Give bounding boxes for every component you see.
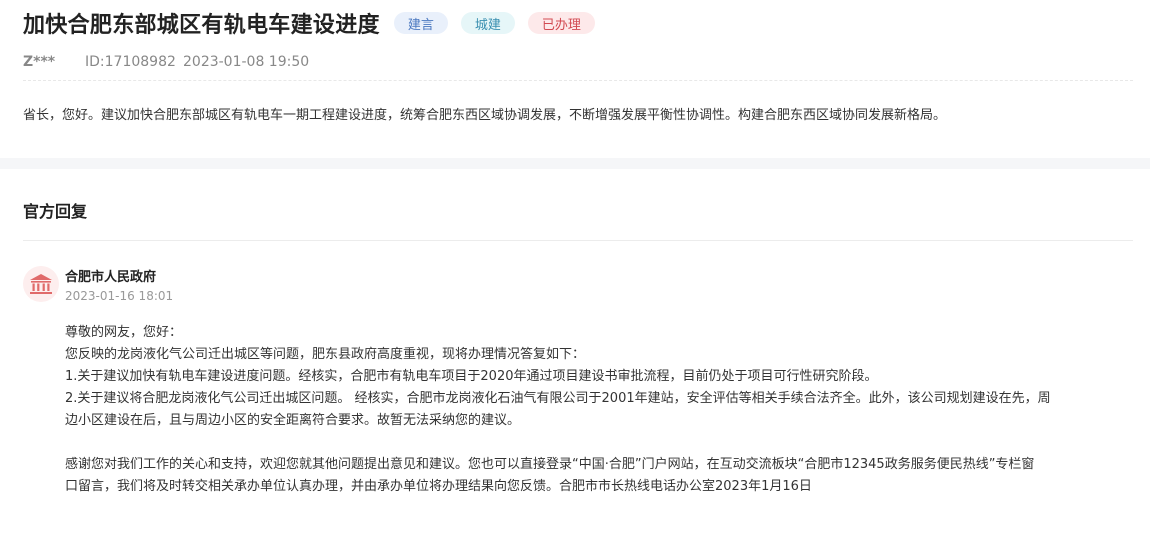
- tag-status: 已办理: [527, 12, 595, 34]
- section-gap: [0, 158, 1150, 169]
- reply-divider: [23, 240, 1133, 241]
- reply-closing-line-1: 感谢您对我们工作的关心和支持，欢迎您就其他问题提出意见和建议。您也可以直接登录“…: [65, 457, 1035, 472]
- reply-point-2-line-1: 2.关于建议将合肥龙岗液化气公司迁出城区问题。 经核实，合肥市龙岗液化石油气有限…: [65, 391, 1051, 406]
- question-card: 加快合肥东部城区有轨电车建设进度 建言 城建 已办理 Z*** ID:17108…: [0, 0, 1150, 158]
- reply-point-2-line-2: 边小区建设在后，且与周边小区的安全距离符合要求。故暂无法采纳您的建议。: [65, 413, 521, 428]
- reply-intro: 您反映的龙岗液化气公司迁出城区等问题，肥东县政府高度重视，现将办理情况答复如下：: [65, 347, 586, 362]
- avatar: [23, 266, 59, 302]
- tag-field[interactable]: 城建: [460, 12, 515, 34]
- question-datetime: 2023-01-08 19:50: [183, 54, 310, 70]
- meta-divider: [23, 80, 1133, 81]
- reply-greeting: 尊敬的网友，您好：: [65, 325, 183, 340]
- org-name: 合肥市人民政府: [65, 270, 157, 285]
- question-title: 加快合肥东部城区有轨电车建设进度: [23, 13, 380, 38]
- reply-datetime: 2023-01-16 18:01: [65, 289, 174, 303]
- reply-body: 尊敬的网友，您好： 您反映的龙岗液化气公司迁出城区等问题，肥东县政府高度重视，现…: [65, 322, 1140, 498]
- government-building-icon: [30, 274, 52, 294]
- question-content: 省长，您好。建议加快合肥东部城区有轨电车一期工程建设进度，统筹合肥东西区域协调发…: [23, 108, 947, 123]
- question-id: ID:17108982: [85, 54, 176, 70]
- question-user: Z***: [23, 54, 56, 70]
- tag-category[interactable]: 建言: [393, 12, 448, 34]
- title-row: 加快合肥东部城区有轨电车建设进度 建言 城建 已办理: [23, 6, 595, 40]
- question-meta: Z*** ID:17108982 2023-01-08 19:50: [23, 52, 309, 72]
- reply-heading: 官方回复: [23, 202, 88, 221]
- reply-closing-line-2: 口留言，我们将及时转交相关承办单位认真办理，并由承办单位将办理结果向您反馈。合肥…: [65, 479, 812, 494]
- reply-point-1: 1.关于建议加快有轨电车建设进度问题。经核实，合肥市有轨电车项目于2020年通过…: [65, 369, 878, 384]
